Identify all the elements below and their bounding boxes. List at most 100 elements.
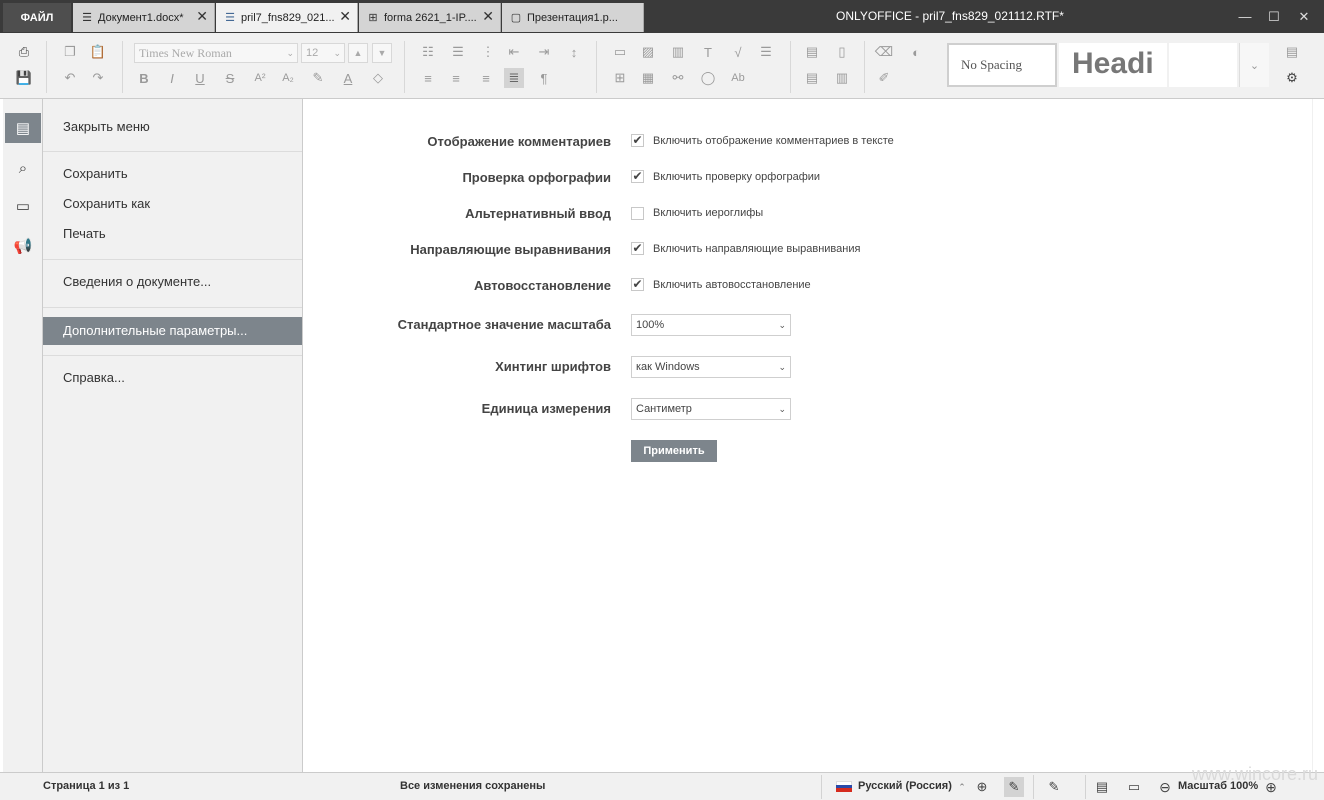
view-settings-icon[interactable]: ▤ — [1282, 42, 1302, 62]
font-size-combo[interactable]: 12 ⌄ — [301, 43, 345, 63]
strikethrough-icon[interactable]: S — [220, 68, 240, 88]
page-size-icon[interactable]: ▯ — [832, 42, 852, 62]
globe-icon[interactable]: ⊕ — [972, 777, 992, 797]
checkbox-comments[interactable]: ✔ — [631, 134, 644, 147]
nonprinting-chars-icon[interactable]: ¶ — [534, 68, 554, 88]
style-heading[interactable]: Headi — [1059, 43, 1167, 87]
bold-icon[interactable]: B — [134, 68, 154, 88]
menu-divider — [43, 307, 302, 308]
status-bar: Страница 1 из 1 Все изменения сохранены … — [0, 772, 1324, 800]
highlight-icon[interactable]: ✎ — [308, 68, 328, 88]
setting-label-zoom: Стандартное значение масштаба — [397, 317, 611, 332]
apply-button[interactable]: Применить — [631, 440, 717, 462]
align-left-icon[interactable]: ≡ — [418, 68, 438, 88]
file-tab[interactable]: ФАЙЛ — [3, 3, 71, 32]
checkbox-alt-input[interactable] — [631, 207, 644, 220]
file-menu-icon[interactable]: ▤ — [5, 113, 41, 143]
subscript-icon[interactable]: A₂ — [278, 68, 298, 88]
align-right-icon[interactable]: ≡ — [476, 68, 496, 88]
paste-icon[interactable]: 📋 — [88, 42, 108, 62]
checkbox-guides[interactable]: ✔ — [631, 242, 644, 255]
checkbox-spell[interactable]: ✔ — [631, 170, 644, 183]
align-center-icon[interactable]: ≡ — [446, 68, 466, 88]
bullets-icon[interactable]: ☷ — [418, 42, 438, 62]
close-icon[interactable]: ✕ — [482, 9, 494, 23]
insert-table-icon[interactable]: ⊞ — [610, 68, 630, 88]
page-break-icon[interactable]: ▭ — [610, 42, 630, 62]
redo-icon[interactable]: ↷ — [88, 68, 108, 88]
decrease-font-button[interactable]: ▼ — [372, 43, 392, 63]
align-justify-icon[interactable]: ≣ — [504, 68, 524, 88]
font-color-icon[interactable]: A — [338, 68, 358, 88]
insert-equation-icon[interactable]: √ — [728, 42, 748, 62]
undo-icon[interactable]: ↶ — [60, 68, 80, 88]
russia-flag-icon — [836, 781, 852, 793]
minimize-icon[interactable]: — — [1230, 0, 1260, 33]
columns-layout-icon[interactable]: ▥ — [832, 68, 852, 88]
chevron-up-icon[interactable]: ⌃ — [952, 777, 972, 797]
checkbox-autorecover[interactable]: ✔ — [631, 278, 644, 291]
italic-icon[interactable]: I — [162, 68, 182, 88]
tab-pril7[interactable]: ☰ pril7_fns829_021... ✕ — [216, 3, 358, 32]
increase-font-button[interactable]: ▲ — [348, 43, 368, 63]
tab-forma[interactable]: ⊞ forma 2621_1-IP.... ✕ — [359, 3, 501, 32]
columns-icon[interactable]: ▦ — [638, 68, 658, 88]
copy-icon[interactable]: ❐ — [60, 42, 80, 62]
insert-textbox-icon[interactable]: T — [698, 42, 718, 62]
page-orientation-icon[interactable]: ▤ — [802, 42, 822, 62]
close-icon[interactable]: ✕ — [339, 9, 351, 23]
header-footer-icon[interactable]: ☰ — [756, 42, 776, 62]
hinting-select[interactable]: как Windows ⌄ — [631, 356, 791, 378]
zoom-out-icon[interactable]: ⊖ — [1155, 777, 1175, 797]
eraser-icon[interactable]: ⌫ — [874, 42, 894, 62]
superscript-icon[interactable]: A² — [250, 68, 270, 88]
chevron-down-icon[interactable]: ⌄ — [1239, 43, 1269, 87]
search-icon[interactable]: ⌕ — [5, 153, 41, 183]
insert-image-icon[interactable]: ▨ — [638, 42, 658, 62]
checkbox-label-alt-input: Включить иероглифы — [653, 207, 764, 219]
page-margins-icon[interactable]: ▤ — [802, 68, 822, 88]
clear-style-icon[interactable]: ◇ — [368, 68, 388, 88]
increase-indent-icon[interactable]: ⇥ — [534, 42, 554, 62]
feedback-icon[interactable]: 📢 — [5, 231, 41, 261]
close-icon[interactable]: ✕ — [196, 9, 208, 23]
style-empty-slot[interactable] — [1169, 43, 1237, 87]
font-name-value: Times New Roman — [139, 46, 232, 60]
numbering-icon[interactable]: ☰ — [448, 42, 468, 62]
text-art-icon[interactable]: Ab — [728, 68, 748, 88]
checkbox-label-guides: Включить направляющие выравнивания — [653, 243, 861, 255]
title-bar: ФАЙЛ ☰ Документ1.docx* ✕ ☰ pril7_fns829_… — [0, 0, 1324, 33]
comments-icon[interactable]: ▭ — [5, 191, 41, 221]
line-spacing-icon[interactable]: ↕ — [564, 42, 584, 62]
decrease-indent-icon[interactable]: ⇤ — [504, 42, 524, 62]
tab-document1[interactable]: ☰ Документ1.docx* ✕ — [73, 3, 215, 32]
setting-label-guides: Направляющие выравнивания — [410, 242, 611, 257]
insert-chart-icon[interactable]: ▥ — [668, 42, 688, 62]
style-no-spacing[interactable]: No Spacing — [947, 43, 1057, 87]
unit-select[interactable]: Сантиметр ⌄ — [631, 398, 791, 420]
print-icon[interactable]: ⎙ — [14, 42, 34, 62]
multilevel-list-icon[interactable]: ⋮ — [478, 42, 498, 62]
vertical-scrollbar[interactable] — [1312, 99, 1321, 772]
spellcheck-icon[interactable]: ✎ — [1004, 777, 1024, 797]
window-title: ONLYOFFICE - pril7_fns829_021112.RTF* — [836, 9, 1064, 23]
fit-width-icon[interactable]: ▭ — [1124, 777, 1144, 797]
setting-label-comments: Отображение комментариев — [427, 134, 611, 149]
color-scheme-icon[interactable]: ◐ — [906, 42, 926, 62]
fit-page-icon[interactable]: ▤ — [1092, 777, 1112, 797]
close-window-icon[interactable]: ✕ — [1289, 0, 1319, 33]
insert-shape-icon[interactable]: ◯ — [698, 68, 718, 88]
copy-style-icon[interactable]: ✐ — [874, 68, 894, 88]
save-icon[interactable]: 💾 — [14, 68, 34, 88]
zoom-select[interactable]: 100% ⌄ — [631, 314, 791, 336]
underline-icon[interactable]: U — [190, 68, 210, 88]
menu-divider — [43, 259, 302, 260]
hyperlink-icon[interactable]: ⚯ — [668, 68, 688, 88]
tab-presentation[interactable]: ▢ Презентация1.p... — [502, 3, 644, 32]
language-selector[interactable]: Русский (Россия) — [858, 773, 952, 800]
gear-icon[interactable]: ⚙ — [1282, 68, 1302, 88]
maximize-icon[interactable]: ☐ — [1259, 0, 1289, 33]
track-changes-icon[interactable]: ✎ — [1044, 777, 1064, 797]
toolbar-divider — [790, 41, 791, 93]
font-name-combo[interactable]: Times New Roman ⌄ — [134, 43, 298, 63]
